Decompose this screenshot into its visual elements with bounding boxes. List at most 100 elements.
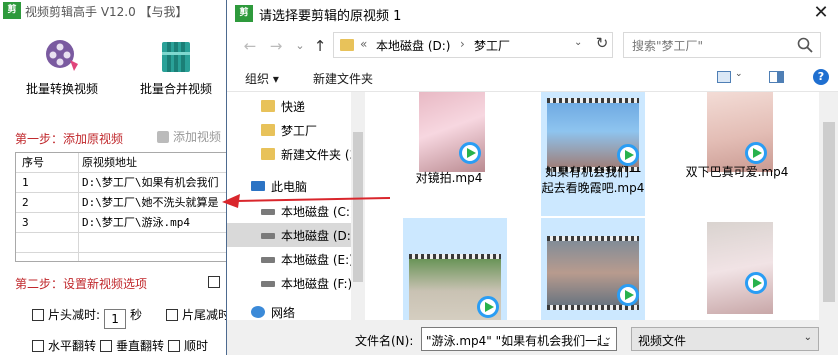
tree-item-mengongchang[interactable]: 梦工厂 xyxy=(227,118,351,142)
batch-convert-button[interactable]: 批量转换视频 xyxy=(14,28,110,98)
table-row-empty xyxy=(16,233,232,253)
drive-icon xyxy=(261,233,275,239)
view-dropdown-chevron-icon[interactable]: ⌄ xyxy=(735,69,743,79)
clockwise-label: 顺时 xyxy=(184,339,209,353)
app-title: 视频剪辑高手 V12.0 【与我】 xyxy=(25,5,188,19)
tree-item-label: 快递 xyxy=(281,100,306,114)
tree-item-drive-e[interactable]: 本地磁盘 (E:) xyxy=(227,247,354,271)
file-grid-scrollbar[interactable] xyxy=(819,92,838,320)
file-item-selected[interactable]: 如果有机会我们一起去看晚霞吧.mp4 xyxy=(541,92,645,216)
search-icon[interactable] xyxy=(796,36,814,54)
folder-icon xyxy=(340,39,354,51)
drive-icon xyxy=(261,257,275,263)
file-name: 如果有机会我们一起去看晚霞吧.mp4 xyxy=(541,165,645,195)
filetype-select[interactable]: 视频文件 ⌄ xyxy=(631,327,819,351)
breadcrumb-drive-d[interactable]: 本地磁盘 (D:) xyxy=(376,37,450,54)
file-open-dialog: 剪 请选择要剪辑的原视频 1 ✕ ← → ⌄ ↑ « 本地磁盘 (D:) › 梦… xyxy=(226,0,838,355)
close-icon[interactable]: ✕ xyxy=(803,0,838,28)
head-cut-checkbox[interactable] xyxy=(32,309,44,321)
refresh-icon[interactable]: ↻ xyxy=(592,34,612,52)
table-row[interactable]: 1 D:\梦工厂\如果有机会我们 xyxy=(16,173,232,193)
video-player-badge-icon xyxy=(617,284,639,306)
step1-heading: 第一步：添加原视频 xyxy=(15,132,124,146)
file-item[interactable]: 对镜拍.mp4 xyxy=(397,92,501,190)
add-video-icon xyxy=(157,131,169,143)
tree-item-label: 梦工厂 xyxy=(281,124,318,138)
navigation-bar: ← → ⌄ ↑ « 本地磁盘 (D:) › 梦工厂 ⌄ ↻ 搜索"梦工厂" xyxy=(227,28,838,64)
tree-item-drive-f[interactable]: 本地磁盘 (F:) xyxy=(227,271,352,295)
file-item-selected[interactable] xyxy=(403,218,507,320)
help-icon[interactable]: ? xyxy=(813,69,829,85)
add-video-label: 添加视频 xyxy=(173,130,222,144)
command-bar: 组织 ▾ 新建文件夹 ⌄ ? xyxy=(227,64,838,92)
head-cut-seconds-input[interactable]: 1 xyxy=(104,309,127,329)
folder-icon xyxy=(261,100,275,112)
search-box[interactable]: 搜索"梦工厂" xyxy=(623,32,821,58)
batch-merge-label: 批量合并视频 xyxy=(139,82,212,96)
file-item[interactable]: 双下巴真可爱.mp4 xyxy=(685,92,789,190)
red-arrow-annotation xyxy=(222,194,391,208)
option-checkbox[interactable] xyxy=(208,276,220,288)
recent-locations-chevron-icon[interactable]: ⌄ xyxy=(289,35,311,57)
row-index: 3 xyxy=(22,216,29,229)
flip-vertical-option[interactable]: 垂直翻转 xyxy=(100,337,164,354)
row-index: 2 xyxy=(22,196,29,209)
flip-horizontal-checkbox[interactable] xyxy=(32,340,44,352)
grid-header-row: 序号 原视频地址 xyxy=(16,153,232,173)
breadcrumb-current-folder[interactable]: 梦工厂 xyxy=(474,37,510,54)
file-name: 对镜拍.mp4 xyxy=(415,171,483,185)
breadcrumb-separator[interactable]: › xyxy=(460,37,465,51)
dialog-title-bar: 剪 请选择要剪辑的原视频 1 ✕ xyxy=(227,0,838,28)
filename-label: 文件名(N): xyxy=(355,334,414,348)
file-grid: 对镜拍.mp4 如果有机会我们一起去看晚霞吧.mp4 双下巴真可爱.mp4 xyxy=(367,92,817,320)
folder-icon xyxy=(261,148,275,160)
search-input[interactable]: 搜索"梦工厂" xyxy=(632,37,703,54)
filename-dropdown-chevron-icon[interactable]: ⌄ xyxy=(600,332,612,343)
new-folder-button[interactable]: 新建文件夹 xyxy=(313,70,373,87)
head-cut-label: 片头减时: xyxy=(48,308,101,322)
organize-menu[interactable]: 组织 ▾ xyxy=(245,70,279,87)
dialog-logo-icon: 剪 xyxy=(235,5,253,22)
forward-arrow-icon[interactable]: → xyxy=(265,35,287,57)
tail-cut-checkbox[interactable] xyxy=(166,309,178,321)
clockwise-option[interactable]: 顺时 xyxy=(168,337,208,354)
tree-item-drive-d[interactable]: 本地磁盘 (D:) xyxy=(227,223,355,247)
seconds-label: 秒 xyxy=(130,308,143,322)
table-row[interactable]: 3 D:\梦工厂\游泳.mp4 xyxy=(16,213,232,233)
row-path: D:\梦工厂\她不洗头就算是 xyxy=(82,196,219,209)
address-bar[interactable]: « 本地磁盘 (D:) › 梦工厂 ⌄ ↻ xyxy=(333,32,613,58)
tree-item-new-folder-3[interactable]: 新建文件夹 (3) xyxy=(227,142,362,166)
breadcrumb-overflow[interactable]: « xyxy=(360,37,367,51)
change-view-icon[interactable] xyxy=(717,71,731,83)
merge-film-icon xyxy=(162,42,190,72)
batch-merge-button[interactable]: 批量合并视频 xyxy=(128,28,224,98)
file-item[interactable] xyxy=(685,218,789,320)
flip-vertical-checkbox[interactable] xyxy=(100,340,112,352)
clockwise-checkbox[interactable] xyxy=(168,340,180,352)
tree-item-label: 新建文件夹 (3) xyxy=(281,148,362,162)
video-list-grid[interactable]: 序号 原视频地址 1 D:\梦工厂\如果有机会我们 2 D:\梦工厂\她不洗头就… xyxy=(15,152,232,262)
preview-pane-icon[interactable] xyxy=(769,71,784,83)
network-icon xyxy=(251,306,265,318)
tail-cut-option[interactable]: 片尾减时 xyxy=(166,306,230,323)
file-item-selected[interactable] xyxy=(541,218,645,320)
address-dropdown-chevron-icon[interactable]: ⌄ xyxy=(574,37,582,48)
add-video-button[interactable]: 添加视频 xyxy=(157,128,221,145)
tree-item-network[interactable]: 网络 xyxy=(227,300,351,320)
dialog-footer: 文件名(N): "游泳.mp4" "如果有机会我们一起 ⌄ 视频文件 ⌄ xyxy=(227,320,838,355)
file-grid-scrollbar-thumb[interactable] xyxy=(823,122,835,302)
up-arrow-icon[interactable]: ↑ xyxy=(309,35,331,57)
filetype-dropdown-chevron-icon[interactable]: ⌄ xyxy=(804,332,812,343)
flip-horizontal-option[interactable]: 水平翻转 xyxy=(32,337,96,354)
step2-heading: 第二步：设置新视频选项 xyxy=(15,277,148,291)
video-player-badge-icon xyxy=(745,272,767,294)
video-player-badge-icon xyxy=(745,142,767,164)
head-cut-option[interactable]: 片头减时: 1 秒 xyxy=(32,306,142,329)
main-app-window: 剪 视频剪辑高手 V12.0 【与我】 批量转换视频 批量合并视频 第一步：添加… xyxy=(0,0,232,355)
filename-input[interactable]: "游泳.mp4" "如果有机会我们一起 ⌄ xyxy=(421,327,617,351)
video-thumbnail xyxy=(707,222,773,314)
table-row[interactable]: 2 D:\梦工厂\她不洗头就算是 xyxy=(16,193,232,213)
video-player-badge-icon xyxy=(617,144,639,166)
tree-item-kuaidi[interactable]: 快递 xyxy=(227,94,351,118)
back-arrow-icon[interactable]: ← xyxy=(239,35,261,57)
